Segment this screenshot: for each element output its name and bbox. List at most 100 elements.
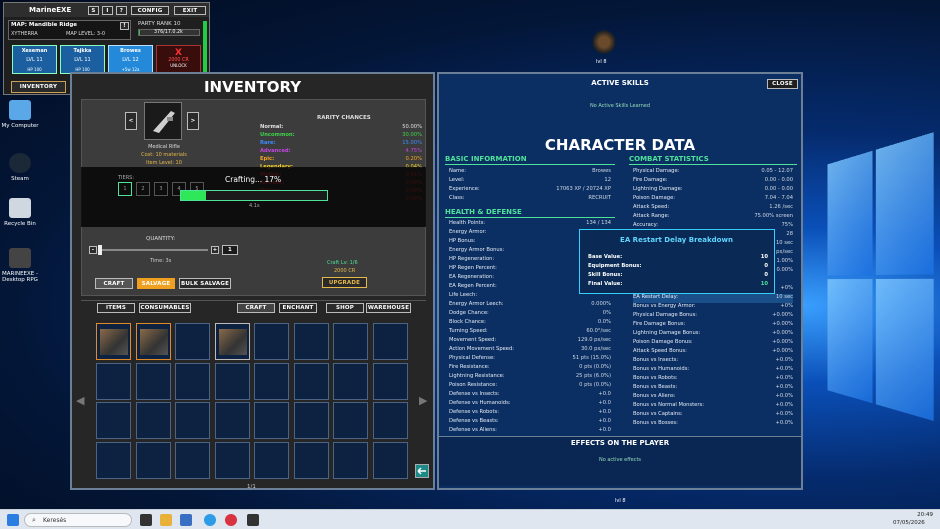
stat-value: +0.0% (775, 402, 793, 408)
stat-value: +0% (780, 303, 793, 309)
tab-enchant[interactable]: ENCHANT (279, 303, 317, 313)
browser-icon[interactable] (204, 514, 216, 526)
computer-icon (9, 100, 31, 120)
grid-next-arrow[interactable]: ▶ (419, 394, 427, 407)
inventory-slot[interactable] (214, 323, 250, 360)
stat-value: +0.0 (598, 427, 611, 433)
salvage-button[interactable]: SALVAGE (137, 278, 175, 289)
inventory-slot[interactable] (175, 362, 210, 400)
inventory-slot[interactable] (293, 323, 329, 360)
desktop-icon-recycle-bin[interactable]: Recycle Bin (0, 198, 40, 227)
inventory-slot[interactable] (372, 441, 408, 479)
party-card-xeseman[interactable]: Xeseman LVL 11 HP 100 (12, 45, 57, 74)
craft-action-button[interactable]: CRAFT (95, 278, 133, 289)
stat-value: 0.000% (591, 301, 611, 307)
inventory-slot[interactable] (96, 402, 131, 439)
tier-3-button[interactable]: 3 (154, 182, 168, 196)
inventory-slot[interactable] (135, 362, 171, 400)
tab-items[interactable]: ITEMS (97, 303, 135, 313)
tab-consumables[interactable]: CONSUMABLES (139, 303, 191, 313)
tab-warehouse[interactable]: WAREHOUSE (366, 303, 411, 313)
config-button[interactable]: CONFIG (131, 6, 169, 15)
stat-row: Bonus vs Robots: +0.0% (633, 375, 793, 384)
inventory-slot[interactable] (254, 362, 289, 400)
upgrade-button[interactable]: UPGRADE (322, 277, 367, 288)
stat-value: +0.0 (598, 400, 611, 406)
inventory-slot[interactable] (333, 441, 368, 479)
start-icon[interactable] (7, 514, 19, 526)
bulk-salvage-button[interactable]: BULK SALVAGE (179, 278, 231, 289)
rarity-label: Epic: (260, 156, 275, 162)
quantity-slider[interactable] (98, 245, 208, 255)
stat-label: Experience: (449, 186, 480, 192)
desktop-icon-my-computer[interactable]: My Computer (0, 100, 40, 129)
stat-label: HP Bonus: (449, 238, 476, 244)
stat-value: 25 pts (6.0%) (575, 373, 611, 379)
inventory-button[interactable]: INVENTORY (11, 81, 66, 93)
party-card-browes[interactable]: Browes LVL 12 +5w 12a (108, 45, 153, 74)
tab-craft[interactable]: CRAFT (237, 303, 275, 313)
inventory-slot[interactable] (96, 362, 131, 400)
s-button[interactable]: S (88, 6, 99, 15)
inventory-slot[interactable] (293, 402, 329, 439)
inventory-panel: INVENTORY < > Medical Rifle Cost: 10 mat… (70, 72, 435, 490)
party-card-tajkka[interactable]: Tajkka LVL 11 HP 100 (60, 45, 105, 74)
store-icon[interactable] (180, 514, 192, 526)
help-button[interactable]: ? (116, 6, 127, 15)
stat-row: Poison Resistance: 0 pts (0.0%) (449, 382, 611, 391)
stat-label: Attack Range: (633, 213, 670, 219)
task-view-icon[interactable] (140, 514, 152, 526)
inventory-slot[interactable] (214, 441, 250, 479)
inventory-slot[interactable] (254, 441, 289, 479)
tooltip-label: Skill Bonus: (588, 272, 623, 278)
inventory-slot[interactable] (135, 323, 171, 360)
inventory-slot[interactable] (135, 441, 171, 479)
map-info-button[interactable]: ! (120, 22, 129, 30)
inventory-slot[interactable] (293, 362, 329, 400)
marineexe-taskbar-icon[interactable] (247, 514, 259, 526)
rifle-item-icon (100, 329, 128, 355)
grid-prev-arrow[interactable]: ◀ (76, 394, 84, 407)
opera-icon[interactable] (225, 514, 237, 526)
rarity-title: RARITY CHANCES (317, 115, 371, 121)
qty-minus-button[interactable]: - (89, 246, 97, 254)
tooltip-row: Final Value: 10 (588, 281, 768, 290)
explorer-icon[interactable] (160, 514, 172, 526)
stat-value: 0.00% (776, 267, 793, 273)
inventory-slot[interactable] (175, 441, 210, 479)
inventory-slot[interactable] (333, 323, 368, 360)
taskbar-search[interactable]: ⌕ Keresés (24, 513, 132, 527)
sort-button[interactable] (415, 464, 429, 478)
inventory-slot[interactable] (135, 402, 171, 439)
qty-plus-button[interactable]: + (211, 246, 219, 254)
quantity-input[interactable]: 1 (222, 245, 238, 255)
inventory-slot[interactable] (372, 362, 408, 400)
tier-1-button[interactable]: 1 (118, 182, 132, 196)
inventory-slot[interactable] (254, 402, 289, 439)
inventory-slot[interactable] (96, 441, 131, 479)
inventory-slot[interactable] (175, 402, 210, 439)
prev-item-button[interactable]: < (125, 112, 137, 130)
inventory-slot[interactable] (333, 362, 368, 400)
inventory-slot[interactable] (372, 323, 408, 360)
i-button[interactable]: I (102, 6, 113, 15)
tier-2-button[interactable]: 2 (136, 182, 150, 196)
inventory-slot[interactable] (293, 441, 329, 479)
unlock-slot[interactable]: X 2000 CR UNLOCK (156, 45, 201, 74)
desktop-icon-marineexe[interactable]: MARINEEXE - Desktop RPG (0, 248, 40, 283)
inventory-slot[interactable] (175, 323, 210, 360)
tab-shop[interactable]: SHOP (326, 303, 364, 313)
stat-value: 75.00% screen (754, 213, 793, 219)
inventory-slot[interactable] (372, 402, 408, 439)
page-indicator: 1/1 (247, 484, 256, 490)
desktop-icon-steam[interactable]: Steam (0, 153, 40, 182)
close-button[interactable]: CLOSE (767, 79, 798, 89)
inventory-slot[interactable] (96, 323, 131, 360)
inventory-slot[interactable] (333, 402, 368, 439)
inventory-slot[interactable] (214, 362, 250, 400)
exit-button[interactable]: EXIT (174, 6, 206, 15)
stat-row: Poison Damage Bonus: +0.00% (633, 339, 793, 348)
inventory-slot[interactable] (214, 402, 250, 439)
inventory-slot[interactable] (254, 323, 289, 360)
next-item-button[interactable]: > (187, 112, 199, 130)
